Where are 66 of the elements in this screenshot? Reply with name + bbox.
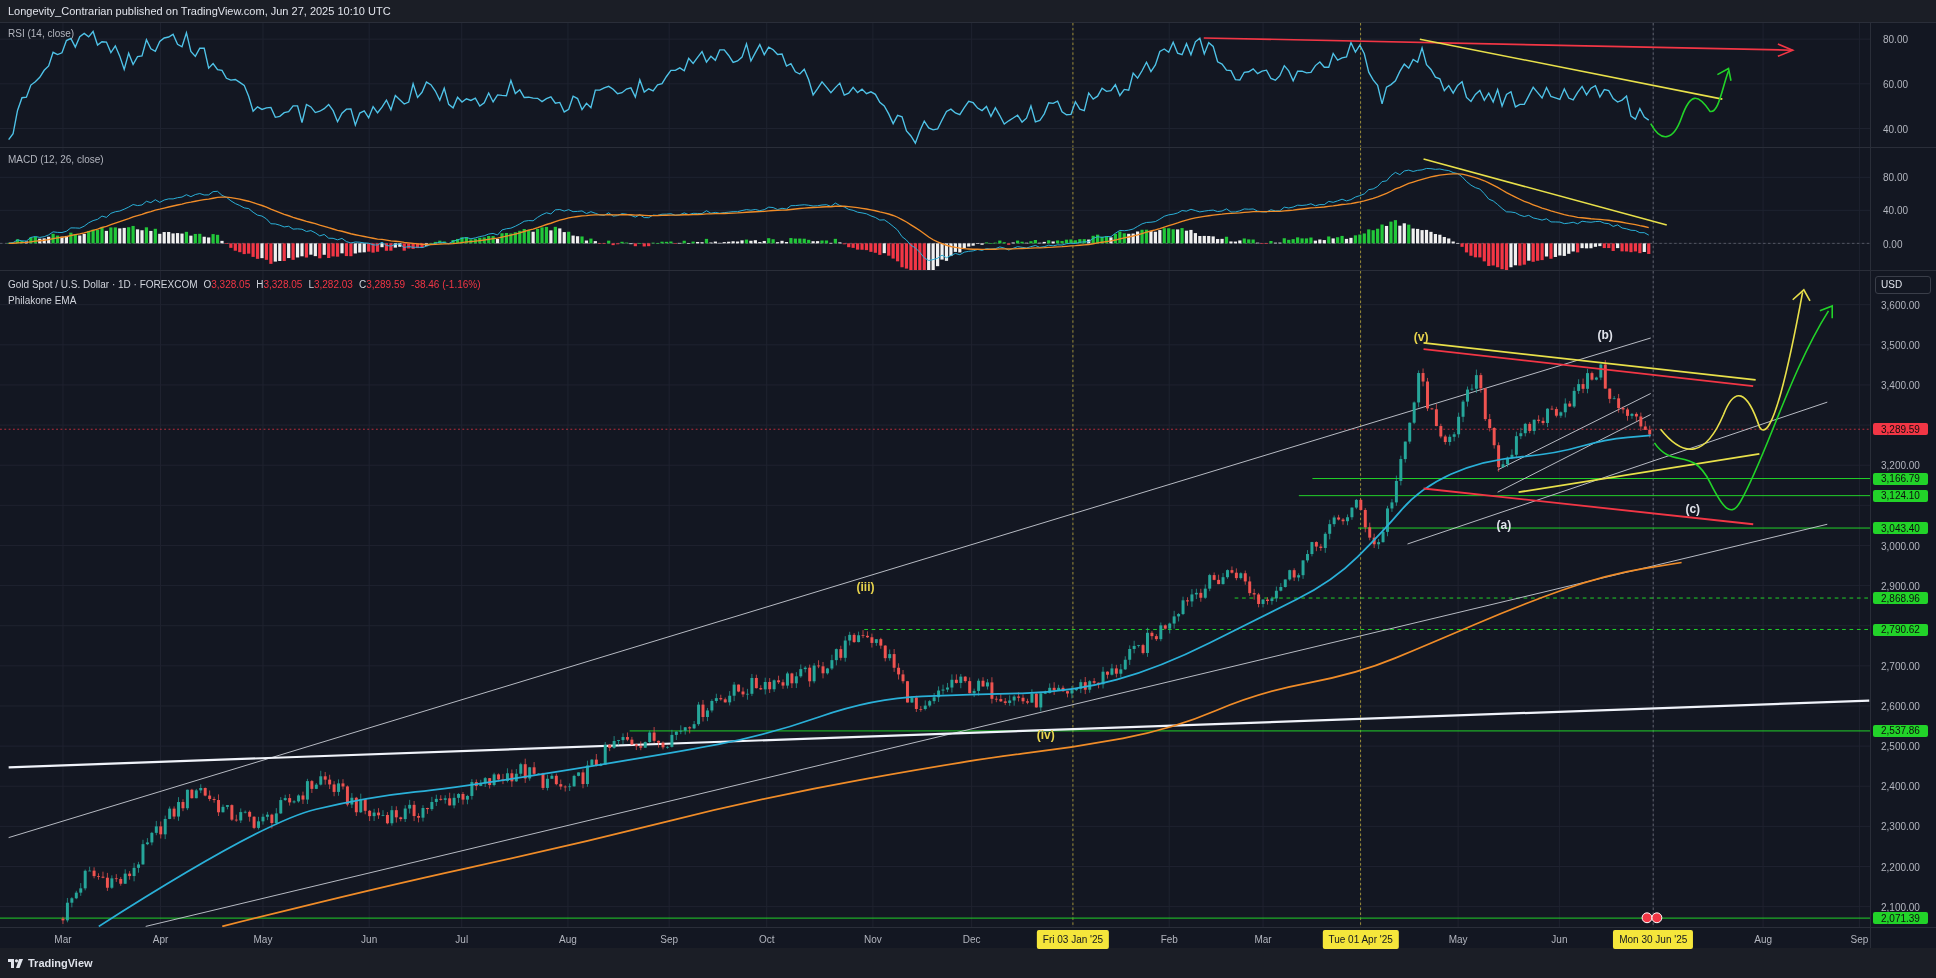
ohlc-value: C3,289.59 (358, 277, 406, 292)
publish-info: Longevity_Contrarian published on TradingView.com, Jun 27, 2025 10:10 UTC (8, 3, 391, 19)
axis-label: 3,600.00 (1881, 299, 1920, 311)
month-label: Jun (361, 933, 378, 947)
currency-badge: USD (1875, 275, 1931, 294)
month-label: Sep (660, 933, 679, 947)
price-tag: 3,043.40 (1873, 522, 1928, 535)
logo-icon (8, 958, 24, 968)
price-tag: 3,166.79 (1873, 472, 1928, 485)
axis-label: 60.00 (1883, 78, 1909, 90)
wave-label: (iii) (856, 579, 875, 597)
axis-label: 2,100.00 (1881, 901, 1920, 913)
date-marker: Fri 03 Jan '25 (1036, 930, 1110, 949)
wave-label: (c) (1685, 501, 1701, 519)
month-label: Apr (152, 933, 169, 947)
axis-label: 0.00 (1883, 238, 1903, 250)
month-label: Aug (1754, 933, 1773, 947)
month-label: Aug (559, 933, 577, 947)
ohlc-value: L3,282.03 (308, 277, 353, 292)
axis-label: 2,900.00 (1881, 580, 1920, 592)
axis-label: 80.00 (1883, 33, 1909, 45)
wave-label: (iv) (1036, 727, 1055, 745)
axis-label: 3,500.00 (1881, 339, 1920, 351)
axis-label: 2,500.00 (1881, 740, 1920, 752)
macd-title: MACD (12, 26, close) (8, 152, 104, 167)
axis-label: 3,000.00 (1881, 540, 1920, 551)
price-tag: 2,071.39 (1873, 912, 1928, 925)
price-change: -38.46 (-1.16%) (411, 277, 481, 292)
axis-label: 3,400.00 (1881, 379, 1920, 391)
month-label: Mar (1254, 933, 1272, 947)
event-icon (1641, 912, 1663, 923)
month-label: Nov (864, 933, 882, 947)
axis-label: 40.00 (1883, 204, 1909, 216)
wave-label: (v) (1413, 328, 1429, 346)
month-label: Jul (455, 933, 469, 947)
month-label: Dec (962, 933, 981, 947)
wave-label: (a) (1496, 517, 1512, 535)
date-marker: Tue 01 Apr '25 (1322, 930, 1399, 949)
rsi-title: RSI (14, close) (8, 27, 75, 41)
wave-label: (b) (1597, 327, 1613, 345)
axis-label: 2,200.00 (1881, 861, 1920, 873)
price-tag: 2,868.96 (1873, 592, 1928, 605)
axis-label: 2,700.00 (1881, 660, 1920, 672)
axis-label: 80.00 (1883, 171, 1909, 183)
axis-label: 40.00 (1883, 123, 1909, 135)
month-label: May (1448, 933, 1468, 947)
symbol-title: Gold Spot / U.S. Dollar · 1D · FOREXCOM (8, 277, 198, 292)
axis-label: 2,600.00 (1881, 700, 1920, 712)
axis-label: 2,400.00 (1881, 780, 1920, 792)
axis-label: 2,300.00 (1881, 820, 1920, 832)
price-tag: 2,537.86 (1873, 724, 1928, 737)
ohlc-value: H3,328.05 (256, 277, 303, 292)
month-label: Oct (758, 933, 775, 947)
ohlc-value: O3,328.05 (203, 277, 251, 292)
month-label: Jun (1551, 933, 1568, 947)
month-label: Sep (1850, 933, 1869, 947)
price-tag: 2,790.62 (1873, 623, 1928, 636)
price-tag: 3,289.59 (1873, 423, 1928, 436)
month-label: May (253, 933, 273, 947)
indicator-title: Philakone EMA (8, 293, 78, 308)
month-label: Feb (1160, 933, 1178, 947)
axis-label: 3,200.00 (1881, 459, 1920, 471)
brand-name: TradingView (28, 955, 93, 971)
month-label: Mar (54, 933, 72, 947)
date-marker: Mon 30 Jun '25 (1613, 930, 1694, 949)
price-tag: 3,124.10 (1873, 489, 1928, 502)
